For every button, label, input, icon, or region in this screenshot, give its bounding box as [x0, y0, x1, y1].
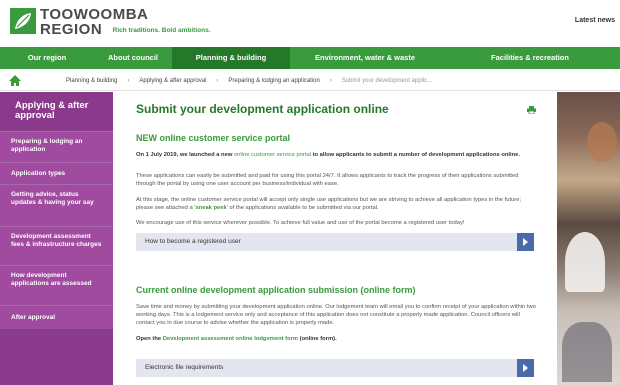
accordion-label: How to become a registered user: [145, 238, 241, 245]
nav-environment-water-waste[interactable]: Environment, water & waste: [290, 47, 440, 69]
accordion-file-requirements[interactable]: Electronic file requirements: [136, 359, 534, 377]
logo-tagline: Rich traditions. Bold ambitions.: [112, 27, 211, 34]
site-logo[interactable]: TOOWOOMBA REGION Rich traditions. Bold a…: [10, 7, 211, 38]
paragraph-open-form: Open the Development assessment online l…: [136, 336, 337, 342]
nav-about-council[interactable]: About council: [94, 47, 172, 69]
logo-name-line2: REGION: [40, 21, 103, 38]
chevron-right-icon[interactable]: [517, 359, 534, 377]
sidebar-title[interactable]: Applying & after approval: [0, 92, 113, 131]
sidebar-item-after-approval[interactable]: After approval: [0, 305, 113, 329]
logo-leaf-icon: [10, 8, 36, 34]
latest-news-link[interactable]: Latest news: [575, 17, 615, 24]
breadcrumb-item[interactable]: Planning & building ›: [66, 78, 129, 84]
nav-planning-building[interactable]: Planning & building: [172, 47, 290, 69]
sidebar-item-getting-advice[interactable]: Getting advice, status updates & having …: [0, 184, 113, 226]
main-navigation: Our region About council Planning & buil…: [0, 47, 620, 69]
customer-service-portal-link[interactable]: online customer service portal: [234, 152, 311, 158]
sidebar: Applying & after approval Preparing & lo…: [0, 92, 113, 385]
paragraph-portal-encourage: We encourage use of this service whereve…: [136, 220, 465, 226]
paragraph-portal-benefits: These applications can easily be submitt…: [136, 173, 519, 187]
breadcrumb-current: Submit your development applic...: [341, 77, 433, 84]
breadcrumb-item[interactable]: Preparing & lodging an application ›: [228, 78, 331, 84]
accordion-registered-user[interactable]: How to become a registered user: [136, 233, 534, 251]
sidebar-item-application-types[interactable]: Application types: [0, 162, 113, 184]
paragraph-portal-stage: At this stage, the online customer servi…: [136, 197, 522, 211]
chevron-right-icon[interactable]: [517, 233, 534, 251]
sidebar-item-preparing-lodging[interactable]: Preparing & lodging an application: [0, 131, 113, 162]
lodgement-form-link[interactable]: Development assessment online lodgement …: [163, 336, 298, 342]
breadcrumb-separator: ›: [216, 77, 219, 84]
logo-name-line1: TOOWOOMBA: [40, 6, 149, 23]
breadcrumb: Planning & building › Applying & after ap…: [0, 71, 620, 91]
nav-facilities-recreation[interactable]: Facilities & recreation: [440, 47, 620, 69]
breadcrumb-separator: ›: [127, 77, 130, 84]
nav-our-region[interactable]: Our region: [0, 47, 94, 69]
breadcrumb-separator: ›: [329, 77, 332, 84]
sneak-peek-link[interactable]: sneak peek: [195, 205, 226, 211]
side-photo: [557, 92, 620, 385]
home-icon[interactable]: [8, 74, 22, 88]
paragraph-portal-launch: On 1 July 2019, we launched a new online…: [136, 152, 521, 158]
breadcrumb-item[interactable]: Applying & after approval ›: [139, 78, 218, 84]
site-header: TOOWOOMBA REGION Rich traditions. Bold a…: [0, 0, 620, 46]
section-heading-online-form: Current online development application s…: [136, 285, 416, 295]
print-icon[interactable]: [527, 106, 536, 114]
accordion-label: Electronic file requirements: [145, 364, 224, 371]
sidebar-item-how-assessed[interactable]: How development applications are assesse…: [0, 265, 113, 305]
page-title: Submit your development application onli…: [136, 102, 389, 116]
paragraph-online-form: Save time and money by submitting your d…: [136, 304, 536, 326]
sidebar-item-fees-charges[interactable]: Development assessment fees & infrastruc…: [0, 226, 113, 265]
section-heading-portal: NEW online customer service portal: [136, 133, 291, 143]
